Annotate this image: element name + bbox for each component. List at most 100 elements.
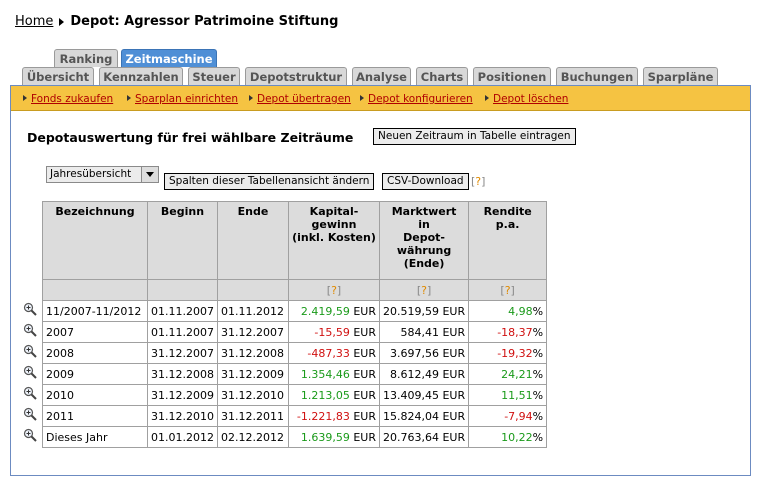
help-cell[interactable]: [?] [468, 279, 548, 301]
cell-marktwert-unit: EUR [442, 409, 466, 423]
cell-marktwert-value: 8.612,49 [389, 367, 439, 381]
change-columns-button[interactable]: Spalten dieser Tabellenansicht ändern [164, 173, 375, 190]
zoom-in-icon[interactable] [23, 344, 37, 358]
cell-bezeichnung: 2009 [42, 363, 148, 385]
arrow-right-icon [360, 95, 364, 101]
cell-marktwert-value: 15.824,04 [382, 409, 439, 423]
tab-steuer[interactable]: Steuer [188, 67, 240, 85]
cell-beginn: 31.12.2008 [147, 363, 218, 385]
cell-beginn-value: 01.11.2007 [151, 304, 214, 318]
arrow-right-icon [23, 95, 27, 101]
action-label: Fonds zukaufen [31, 93, 114, 105]
cell-kapitalgewinn-value: -1.221,83 [296, 409, 350, 423]
help-row: [?] [?] [?] [42, 279, 548, 301]
table-row[interactable]: 2007 01.11.2007 31.12.2007 -15,59 EUR 584,41… [42, 321, 548, 343]
cell-beginn-value: 31.12.2010 [151, 409, 214, 423]
cell-bezeichnung: 2010 [42, 384, 148, 406]
view-select[interactable]: Jahresübersicht [46, 166, 159, 183]
action-depot-loeschen[interactable]: Depot löschen [485, 93, 568, 105]
tab-uebersicht[interactable]: Übersicht [22, 67, 94, 85]
cell-rendite-unit: % [532, 430, 544, 444]
cell-ende: 02.12.2012 [216, 426, 289, 448]
table-row[interactable]: 2009 31.12.2008 31.12.2009 1.354,46 EUR 8.61… [42, 363, 548, 385]
arrow-right-icon [249, 95, 253, 101]
cell-ende-value: 31.12.2010 [220, 388, 284, 402]
tab-analyse[interactable]: Analyse [352, 67, 411, 85]
table-row[interactable]: 2011 31.12.2010 31.12.2011 -1.221,83 EUR 15.… [42, 405, 548, 427]
tab-sparplaene[interactable]: Sparpläne [643, 67, 718, 85]
cell-kapitalgewinn-unit: EUR [353, 430, 376, 444]
cell-kapitalgewinn: -487,33 EUR [287, 342, 380, 364]
cell-marktwert-value: 20.519,59 [382, 304, 439, 318]
action-depot-konfigurieren[interactable]: Depot konfigurieren [360, 93, 473, 105]
cell-beginn-value: 01.11.2007 [151, 325, 214, 339]
cell-ende-value: 31.12.2007 [220, 325, 284, 339]
cell-marktwert: 20.763,64 EUR [378, 426, 470, 448]
cell-kapitalgewinn: 1.354,46 EUR [287, 363, 380, 385]
action-label: Depot konfigurieren [368, 93, 473, 105]
home-link[interactable]: Home [15, 14, 53, 29]
help-cell [42, 279, 148, 301]
table-row[interactable]: 2008 31.12.2007 31.12.2008 -487,33 EUR 3.697… [42, 342, 548, 364]
csv-download-button[interactable]: CSV-Download [382, 173, 469, 190]
cell-bezeichnung: 2007 [42, 321, 148, 343]
tab-zeitmaschine[interactable]: Zeitmaschine [121, 49, 217, 67]
chevron-down-icon[interactable] [141, 167, 158, 182]
tab-charts[interactable]: Charts [416, 67, 468, 85]
col-bezeichnung: Bezeichnung [42, 201, 148, 280]
zoom-in-icon[interactable] [23, 386, 37, 400]
zoom-in-icon[interactable] [23, 428, 37, 442]
cell-marktwert-unit: EUR [442, 325, 466, 339]
cell-rendite-value: -18,37 [497, 325, 533, 339]
cell-rendite-value: 11,51 [501, 388, 533, 402]
zoom-in-icon[interactable] [23, 365, 37, 379]
cell-ende: 31.12.2009 [216, 363, 289, 385]
cell-rendite: -7,94% [468, 405, 548, 427]
cell-ende: 31.12.2008 [216, 342, 289, 364]
cell-beginn: 31.12.2009 [147, 384, 218, 406]
action-sparplan-einrichten[interactable]: Sparplan einrichten [127, 93, 238, 105]
table-row[interactable]: Dieses Jahr 01.01.2012 02.12.2012 1.639,59 … [42, 426, 548, 448]
cell-kapitalgewinn-unit: EUR [353, 325, 376, 339]
breadcrumb-arrow-icon [59, 17, 65, 26]
zoom-in-icon[interactable] [23, 407, 37, 421]
cell-bezeichnung-value: 11/2007-11/2012 [46, 304, 142, 318]
page-title: Depot: Agressor Patrimoine Stiftung [70, 14, 339, 29]
cell-kapitalgewinn: -1.221,83 EUR [287, 405, 380, 427]
tab-positionen[interactable]: Positionen [473, 67, 551, 85]
cell-marktwert-unit: EUR [442, 367, 466, 381]
col-beginn: Beginn [147, 201, 218, 280]
col-kapitalgewinn: Kapital- gewinn (inkl. Kosten) [287, 201, 380, 280]
cell-kapitalgewinn-value: -15,59 [314, 325, 350, 339]
col-ende: Ende [216, 201, 289, 280]
cell-ende: 31.12.2007 [216, 321, 289, 343]
table-row[interactable]: 11/2007-11/2012 01.11.2007 01.11.2012 2.419… [42, 300, 548, 322]
help-cell[interactable]: [?] [287, 279, 380, 301]
cell-marktwert-unit: EUR [442, 430, 466, 444]
action-label: Sparplan einrichten [135, 93, 239, 105]
action-bar: Fonds zukaufen Sparplan einrichten Depot… [11, 86, 750, 111]
table-row[interactable]: 2010 31.12.2009 31.12.2010 1.213,05 EUR 13.4… [42, 384, 548, 406]
cell-beginn-value: 31.12.2007 [151, 346, 214, 360]
help-cell[interactable]: [?] [378, 279, 470, 301]
cell-rendite: 10,22% [468, 426, 548, 448]
help-link[interactable]: [?] [471, 175, 485, 188]
action-depot-uebertragen[interactable]: Depot übertragen [249, 93, 351, 105]
tab-kennzahlen[interactable]: Kennzahlen [99, 67, 183, 85]
cell-kapitalgewinn-unit: EUR [353, 409, 376, 423]
tab-buchungen[interactable]: Buchungen [556, 67, 638, 85]
action-fonds-zukaufen[interactable]: Fonds zukaufen [23, 93, 113, 105]
tab-depotstruktur[interactable]: Depotstruktur [245, 67, 347, 85]
cell-bezeichnung-value: Dieses Jahr [46, 430, 108, 444]
cell-beginn-value: 31.12.2008 [151, 367, 214, 381]
cell-kapitalgewinn: 1.213,05 EUR [287, 384, 380, 406]
cell-bezeichnung-value: 2011 [46, 409, 74, 423]
zoom-in-icon[interactable] [23, 323, 37, 337]
cell-rendite-unit: % [532, 325, 544, 339]
tab-ranking[interactable]: Ranking [54, 49, 118, 67]
cell-rendite-value: -7,94 [504, 409, 533, 423]
cell-marktwert-unit: EUR [442, 388, 466, 402]
new-period-button[interactable]: Neuen Zeitraum in Tabelle eintragen [373, 128, 576, 145]
cell-ende-value: 31.12.2011 [220, 409, 284, 423]
zoom-in-icon[interactable] [23, 302, 37, 316]
